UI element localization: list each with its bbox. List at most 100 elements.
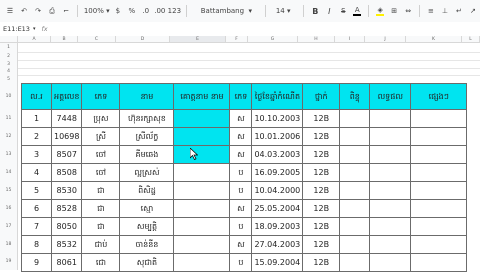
currency-button[interactable]: $ (111, 3, 125, 19)
column-header[interactable]: I (335, 36, 365, 43)
table-cell[interactable]: 8 (21, 235, 52, 254)
undo-icon[interactable]: ↶ (17, 3, 31, 19)
italic-button[interactable]: I (322, 3, 336, 19)
table-cell[interactable] (339, 145, 371, 164)
column-header[interactable]: L (462, 36, 480, 43)
percent-button[interactable]: % (125, 3, 139, 19)
corner-cell[interactable] (0, 36, 18, 43)
increase-decimal-button[interactable]: .00 (153, 3, 167, 19)
table-cell[interactable]: ប្រុស (81, 109, 121, 128)
table-cell[interactable]: 3 (21, 145, 52, 164)
table-cell[interactable]: ស្រីល័ក្ខ (119, 127, 175, 146)
table-cell[interactable] (410, 217, 468, 236)
table-cell[interactable]: ជា (81, 199, 121, 218)
table-cell[interactable]: 8061 (50, 253, 83, 272)
header-cell[interactable]: ភេទ (81, 83, 121, 110)
align-vertical-icon[interactable]: ⊥ (438, 3, 452, 19)
table-cell[interactable]: 2 (21, 127, 52, 146)
table-cell[interactable]: 10.01.2006 (251, 127, 304, 146)
table-cell[interactable]: ពិសិដ្ឋ (119, 181, 175, 200)
table-cell[interactable] (410, 163, 468, 182)
row-header[interactable]: 11 (0, 109, 18, 127)
row-header[interactable]: 1 (0, 43, 18, 52)
row-header[interactable]: 13 (0, 145, 18, 163)
fill-color-icon[interactable]: ◈ (373, 3, 387, 19)
row-header[interactable]: 2 (0, 52, 18, 60)
table-cell[interactable]: 8528 (50, 199, 83, 218)
table-cell[interactable]: 12B (302, 109, 341, 128)
column-header[interactable]: H (298, 36, 335, 43)
table-cell[interactable]: 12B (302, 181, 341, 200)
text-color-button[interactable]: A (350, 3, 364, 19)
table-cell[interactable]: 12B (302, 235, 341, 254)
number-format-button[interactable]: 123 (167, 3, 182, 19)
table-cell[interactable] (339, 109, 371, 128)
column-header[interactable]: G (248, 36, 298, 43)
row-header[interactable]: 18 (0, 235, 18, 253)
header-cell[interactable]: ពិន្ទុ (339, 83, 371, 110)
row-header[interactable]: 17 (0, 217, 18, 235)
header-cell[interactable]: ថ្នាក់ (302, 83, 341, 110)
column-header[interactable]: K (406, 36, 462, 43)
table-cell[interactable] (339, 235, 371, 254)
table-cell[interactable]: 12B (302, 127, 341, 146)
decrease-decimal-button[interactable]: .0 (139, 3, 153, 19)
column-header[interactable]: C (78, 36, 116, 43)
table-cell[interactable]: ប (229, 181, 253, 200)
header-cell[interactable]: ភេទ (229, 83, 253, 110)
borders-icon[interactable]: ⊞ (387, 3, 401, 19)
table-cell[interactable]: ប (229, 163, 253, 182)
table-cell[interactable] (369, 199, 412, 218)
table-cell[interactable] (410, 235, 468, 254)
selected-cell[interactable] (173, 127, 231, 146)
table-cell[interactable]: ចៅ (81, 145, 121, 164)
name-box[interactable]: E11:E13 (0, 25, 33, 33)
table-cell[interactable]: ប (229, 217, 253, 236)
menu-icon[interactable]: ☰ (3, 3, 17, 19)
font-select[interactable]: Battambang ▾ (199, 3, 261, 19)
table-cell[interactable]: 10.10.2003 (251, 109, 304, 128)
table-cell[interactable]: ជោ (81, 253, 121, 272)
font-size-select[interactable]: 14 ▾ (274, 3, 300, 19)
table-cell[interactable] (339, 199, 371, 218)
row-header[interactable]: 19 (0, 253, 18, 270)
table-cell[interactable]: ស្មោ (119, 199, 175, 218)
header-cell[interactable]: គោត្តនាម នាម (173, 83, 231, 110)
table-cell[interactable] (369, 181, 412, 200)
selected-cell[interactable] (173, 145, 231, 164)
table-cell[interactable] (173, 199, 231, 218)
table-cell[interactable] (339, 253, 371, 272)
table-cell[interactable]: ជាប់ (81, 235, 121, 254)
row-header[interactable]: 3 (0, 60, 18, 68)
row-header[interactable]: 14 (0, 163, 18, 181)
table-cell[interactable]: ស (229, 235, 253, 254)
name-box-dropdown-icon[interactable]: ▾ (33, 26, 36, 32)
table-cell[interactable] (173, 217, 231, 236)
table-cell[interactable] (410, 253, 468, 272)
print-icon[interactable]: ⎙ (45, 3, 59, 19)
table-cell[interactable]: សុជាតិ (119, 253, 175, 272)
table-cell[interactable]: ជា (81, 217, 121, 236)
table-cell[interactable] (410, 181, 468, 200)
table-cell[interactable]: 8532 (50, 235, 83, 254)
table-cell[interactable]: ប (229, 253, 253, 272)
text-wrap-icon[interactable]: ↵ (452, 3, 466, 19)
table-cell[interactable] (369, 217, 412, 236)
table-cell[interactable] (339, 217, 371, 236)
table-cell[interactable] (369, 163, 412, 182)
column-header[interactable]: J (365, 36, 406, 43)
table-cell[interactable] (410, 109, 468, 128)
table-cell[interactable]: 10698 (50, 127, 83, 146)
table-cell[interactable] (369, 253, 412, 272)
row-header[interactable]: 10 (0, 83, 18, 109)
header-cell[interactable]: ល.រ (21, 83, 52, 110)
redo-icon[interactable]: ↷ (31, 3, 45, 19)
table-cell[interactable]: 27.04.2003 (251, 235, 304, 254)
table-cell[interactable] (369, 127, 412, 146)
bold-button[interactable]: B (308, 3, 322, 19)
column-header[interactable]: D (116, 36, 170, 43)
table-cell[interactable] (173, 163, 231, 182)
table-cell[interactable] (410, 145, 468, 164)
table-cell[interactable] (339, 163, 371, 182)
table-cell[interactable]: 10.04.2000 (251, 181, 304, 200)
